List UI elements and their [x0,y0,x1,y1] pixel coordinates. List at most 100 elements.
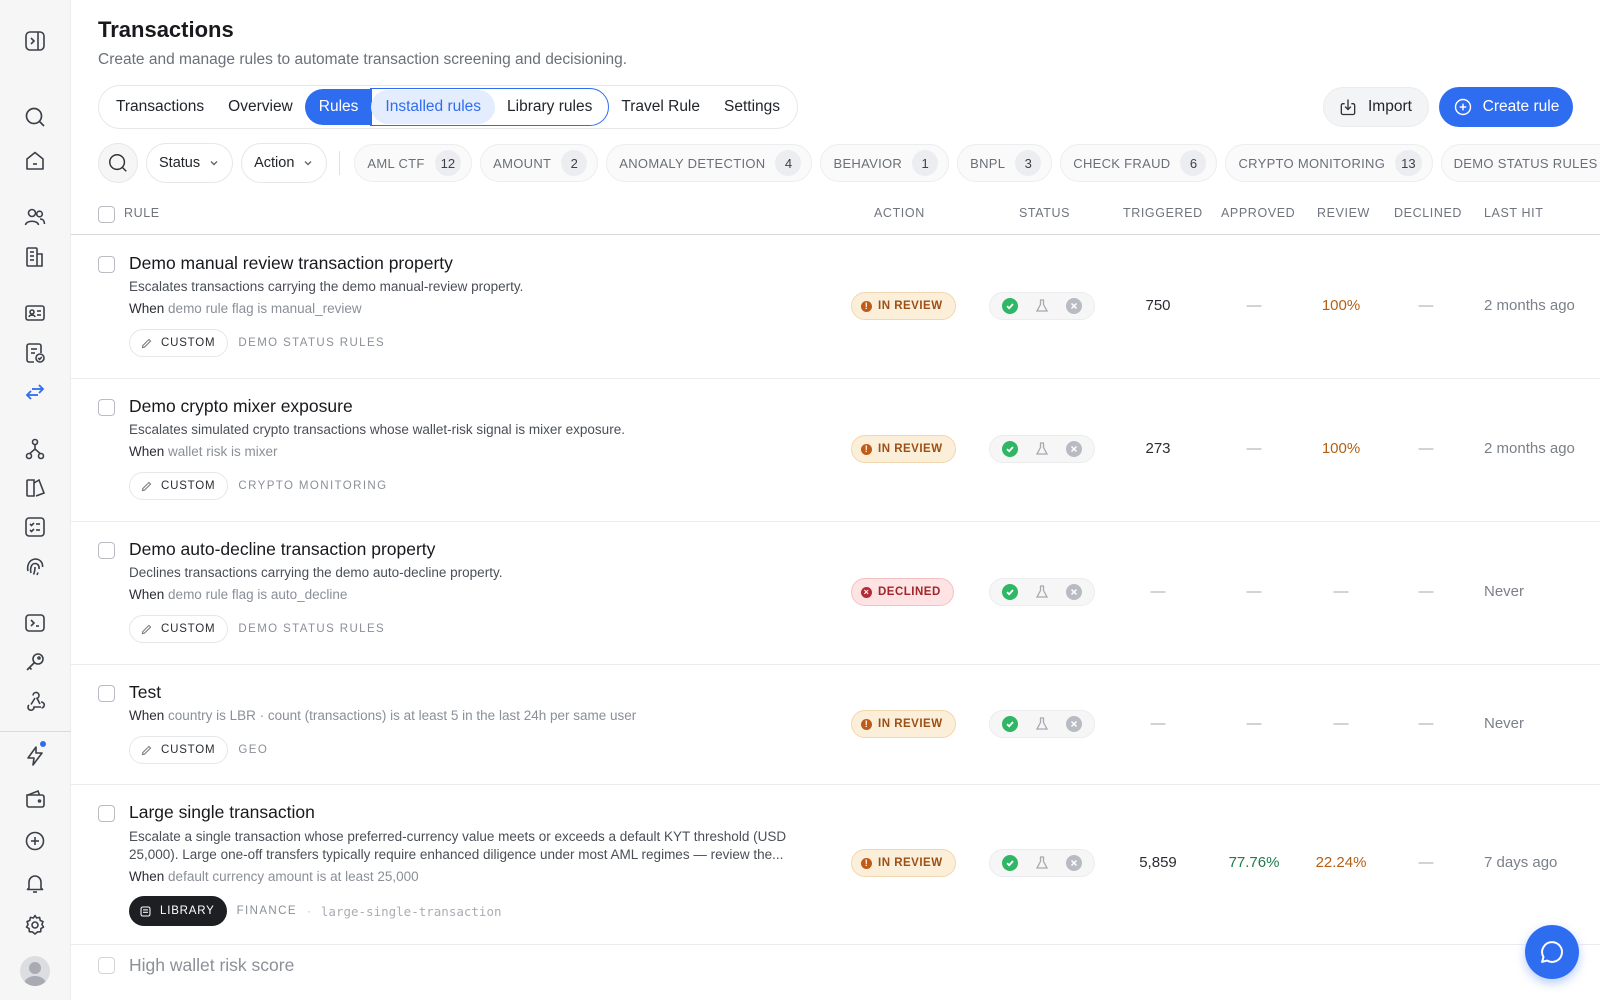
rule-tags: CUSTOM GEO [129,736,268,764]
column-approved[interactable]: APPROVED [1221,206,1295,220]
separator-dot: · [306,904,311,918]
collapse-sidebar-icon[interactable] [23,29,47,53]
action-filter-dropdown[interactable]: Action [241,143,328,183]
flask-icon[interactable] [1034,584,1050,600]
document-check-icon[interactable] [23,341,47,365]
checklist-icon[interactable] [23,515,47,539]
users-icon[interactable] [23,205,47,229]
avatar[interactable] [20,956,50,986]
table-row[interactable]: Demo manual review transaction property … [71,236,1600,379]
filter-search-button[interactable] [98,143,138,183]
wallet-icon[interactable] [23,787,47,811]
search-icon[interactable] [23,105,47,129]
rule-title[interactable]: Demo crypto mixer exposure [129,396,353,417]
plus-circle-icon[interactable] [23,829,47,853]
chip-label: AML CTF [367,155,425,171]
chip-label: ANOMALY DETECTION [619,155,766,171]
check-icon[interactable] [1002,716,1018,732]
check-icon[interactable] [1002,298,1018,314]
transfer-arrows-icon[interactable] [23,380,47,404]
category-chip[interactable]: CHECK FRAUD 6 [1060,144,1218,182]
fingerprint-icon[interactable] [23,554,47,578]
bell-icon[interactable] [23,871,47,895]
column-action[interactable]: ACTION [874,206,925,220]
alert-icon: ! [861,443,872,455]
key-icon[interactable] [23,650,47,674]
tab-travel-rule[interactable]: Travel Rule [609,89,712,125]
rule-title[interactable]: Demo manual review transaction property [129,253,453,274]
table-row[interactable]: Demo auto-decline transaction property D… [71,522,1600,665]
status-toggle-group[interactable] [989,435,1095,463]
row-checkbox[interactable] [98,957,115,974]
tab-installed-rules[interactable]: Installed rules [371,90,496,124]
tab-overview[interactable]: Overview [216,89,305,125]
book-icon[interactable] [23,476,47,500]
action-label: IN REVIEW [878,857,943,869]
status-toggle-group[interactable] [989,849,1095,877]
close-icon[interactable] [1066,855,1082,871]
flask-icon[interactable] [1034,716,1050,732]
check-icon[interactable] [1002,441,1018,457]
check-icon[interactable] [1002,584,1018,600]
table-row[interactable]: Demo crypto mixer exposure Escalates sim… [71,379,1600,522]
row-checkbox[interactable] [98,805,115,822]
close-icon[interactable] [1066,298,1082,314]
select-all-checkbox[interactable] [98,206,115,223]
review-value: — [1333,583,1349,600]
terminal-icon[interactable] [23,611,47,635]
tab-library-rules[interactable]: Library rules [495,89,604,125]
workflow-icon[interactable] [23,437,47,461]
rule-title[interactable]: High wallet risk score [129,955,294,976]
create-rule-button[interactable]: Create rule [1439,87,1573,127]
column-rule[interactable]: RULE [124,206,160,220]
rule-title[interactable]: Demo auto-decline transaction property [129,539,435,560]
id-card-icon[interactable] [23,301,47,325]
row-checkbox[interactable] [98,256,115,273]
category-chip[interactable]: CRYPTO MONITORING 13 [1225,144,1433,182]
condition-text: demo rule flag is auto_decline [168,587,348,602]
table-row[interactable]: High wallet risk score [71,945,1600,1000]
row-checkbox[interactable] [98,399,115,416]
category-chip[interactable]: BNPL 3 [957,144,1053,182]
tab-transactions[interactable]: Transactions [104,89,216,125]
status-toggle-group[interactable] [989,710,1095,738]
close-icon[interactable] [1066,441,1082,457]
category-chip[interactable]: ANOMALY DETECTION 4 [606,144,813,182]
status-toggle-group[interactable] [989,578,1095,606]
flask-icon[interactable] [1034,855,1050,871]
tab-settings[interactable]: Settings [712,89,792,125]
home-icon[interactable] [23,149,47,173]
building-icon[interactable] [23,245,47,269]
gear-icon[interactable] [23,913,47,937]
category-chip[interactable]: AML CTF 12 [354,144,473,182]
table-row[interactable]: Large single transaction Escalate a sing… [71,785,1600,945]
review-value: 22.24% [1315,854,1367,871]
status-filter-dropdown[interactable]: Status [146,143,234,183]
close-icon[interactable] [1066,584,1082,600]
column-review[interactable]: REVIEW [1317,206,1370,220]
column-triggered[interactable]: TRIGGERED [1123,206,1203,220]
category-chip[interactable]: BEHAVIOR 1 [820,144,950,182]
approved-value: — [1246,297,1262,314]
flask-icon[interactable] [1034,441,1050,457]
action-badge: ! IN REVIEW [851,435,956,463]
column-declined[interactable]: DECLINED [1394,206,1462,220]
webhook-icon[interactable] [23,689,47,713]
rule-title[interactable]: Test [129,682,161,703]
close-icon[interactable] [1066,716,1082,732]
check-icon[interactable] [1002,855,1018,871]
tab-rules[interactable]: Rules [304,89,373,125]
chat-button[interactable] [1525,925,1579,979]
row-checkbox[interactable] [98,542,115,559]
status-toggle-group[interactable] [989,292,1095,320]
category-chip[interactable]: DEMO STATUS RULES2 [1440,144,1600,182]
rule-title[interactable]: Large single transaction [129,802,315,823]
category-chip[interactable]: AMOUNT 2 [480,144,599,182]
row-checkbox[interactable] [98,685,115,702]
status-filter-label: Status [159,155,201,171]
column-last-hit[interactable]: LAST HIT [1484,206,1543,220]
table-row[interactable]: Test When country is LBR · count (transa… [71,665,1600,785]
column-status[interactable]: STATUS [1019,206,1070,220]
flask-icon[interactable] [1034,298,1050,314]
import-button[interactable]: Import [1323,87,1429,127]
